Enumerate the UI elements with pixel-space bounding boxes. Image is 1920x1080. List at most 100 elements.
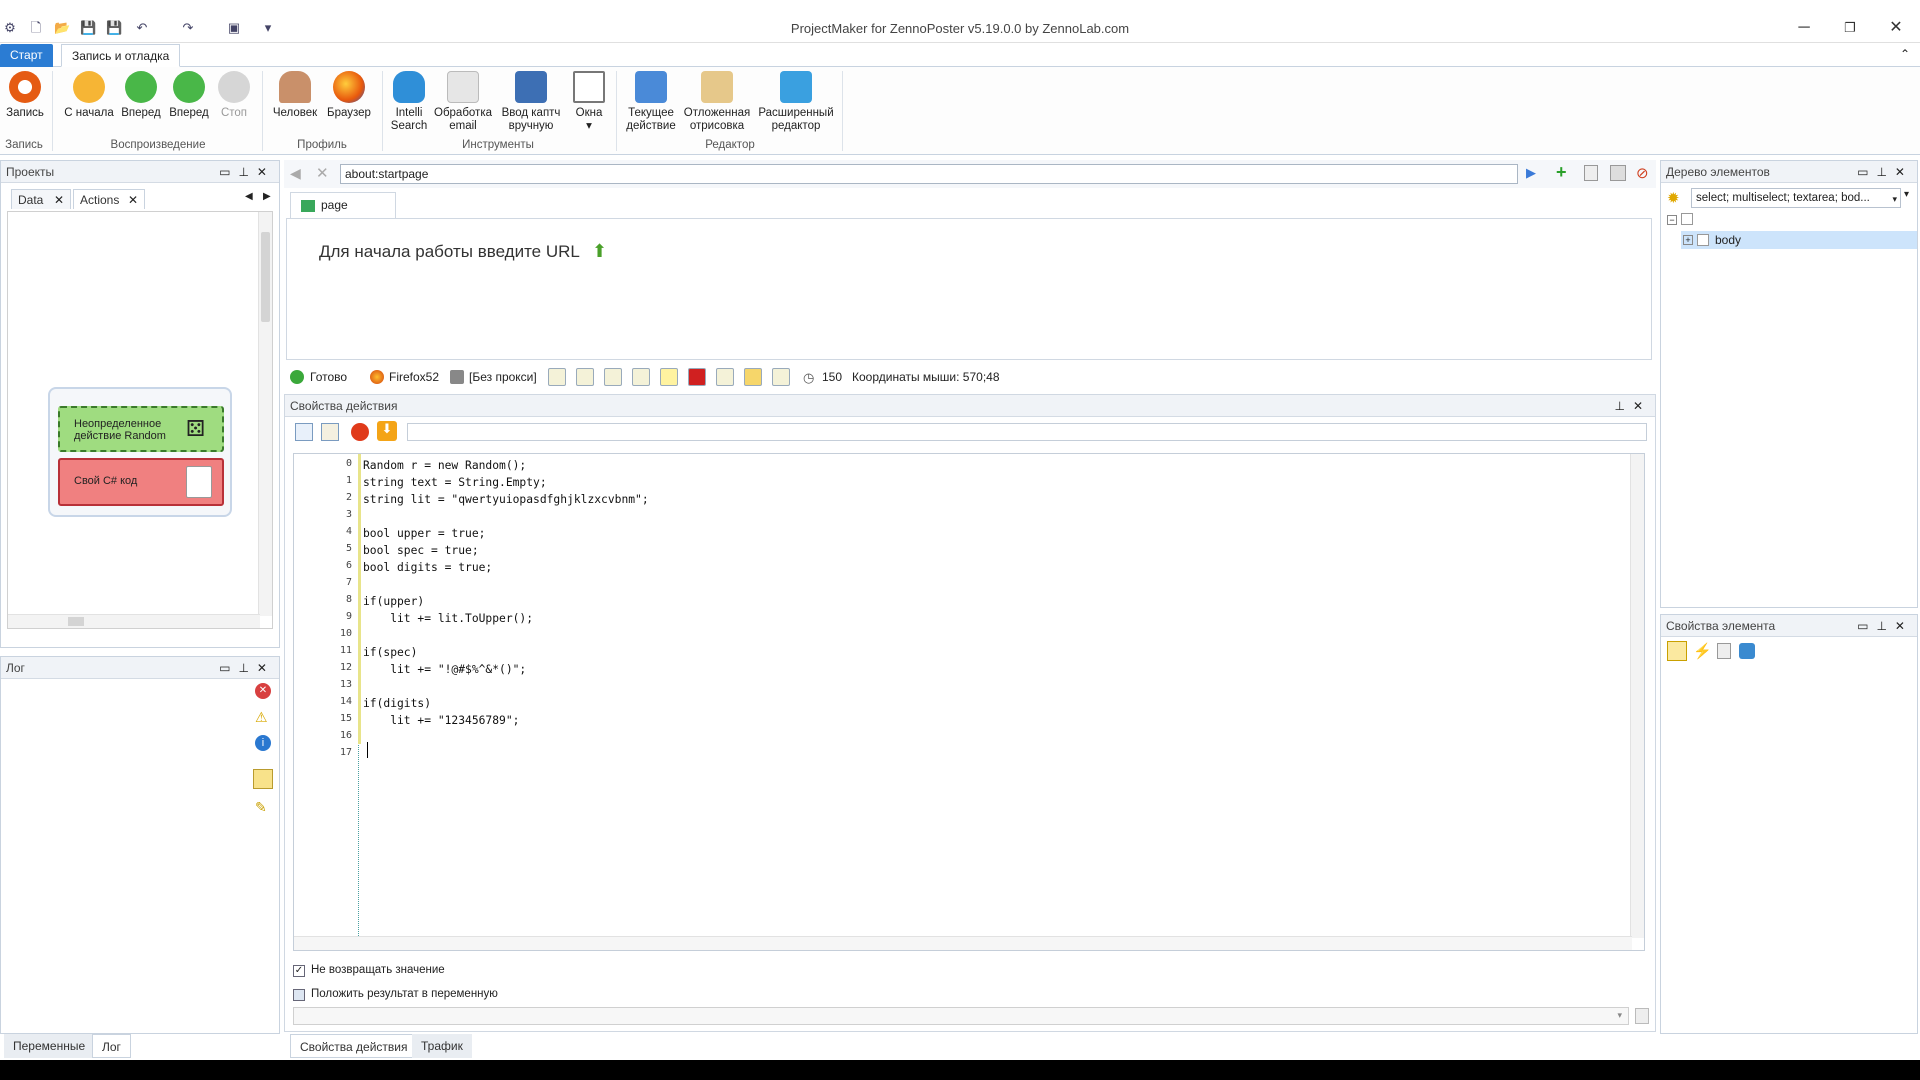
add-tab-icon[interactable]: + xyxy=(1556,162,1567,183)
toggle-media-icon[interactable] xyxy=(716,368,734,386)
tabs-scroll-left-icon[interactable]: ◀ xyxy=(245,191,253,202)
element-refresh-icon[interactable] xyxy=(1739,643,1755,659)
tab-record-debug[interactable]: Запись и отладка xyxy=(61,44,181,67)
custom-filter-icon[interactable] xyxy=(253,769,273,789)
forward-step-button[interactable]: Вперед xyxy=(166,69,212,137)
code-line[interactable]: if(spec) xyxy=(363,644,649,661)
email-processing-button[interactable]: Обработка email xyxy=(432,69,494,137)
windows-button[interactable]: Окна ▾ xyxy=(570,69,608,137)
restore-button[interactable]: ❐ xyxy=(1830,17,1870,39)
close-button[interactable]: ✕ xyxy=(1876,17,1916,39)
tab-traffic[interactable]: Трафик xyxy=(412,1034,472,1058)
toggle-css-icon[interactable] xyxy=(744,368,762,386)
actions-horizontal-scrollbar[interactable] xyxy=(8,614,260,628)
csharp-action-node[interactable]: Свой C# код xyxy=(58,458,224,506)
minimize-button[interactable]: ─ xyxy=(1784,17,1824,39)
code-vertical-scrollbar[interactable] xyxy=(1630,454,1644,938)
tab-action-properties[interactable]: Свойства действия xyxy=(290,1034,418,1058)
intelli-search-button[interactable]: Intelli Search xyxy=(386,69,432,137)
toggle-js-icon[interactable] xyxy=(660,368,678,386)
code-text[interactable]: Random r = new Random(); string text = St… xyxy=(363,457,649,763)
element-filter-select[interactable]: select; multiselect; textarea; bod... ▾ xyxy=(1691,188,1901,208)
back-icon[interactable]: ◀ xyxy=(290,165,301,182)
element-events-icon[interactable]: ⚡ xyxy=(1693,642,1712,660)
status-proxy[interactable]: [Без прокси] xyxy=(469,368,537,386)
clear-cookies-icon[interactable] xyxy=(1610,165,1626,181)
action-name-input[interactable] xyxy=(407,423,1647,441)
collapse-root-icon[interactable]: − xyxy=(1667,215,1677,225)
props-edit-icon[interactable] xyxy=(321,423,339,441)
warning-filter-icon[interactable]: ⚠ xyxy=(255,709,268,726)
tree-node-body[interactable]: + body xyxy=(1681,231,1917,249)
panel-controls[interactable]: ▭⊥✕ xyxy=(1857,161,1913,183)
status-browser[interactable]: Firefox52 xyxy=(389,368,439,386)
forward-button[interactable]: Вперед xyxy=(118,69,164,137)
from-start-button[interactable]: С начала xyxy=(60,69,118,137)
toggle-flash-icon[interactable] xyxy=(688,368,706,386)
error-filter-icon[interactable]: ✕ xyxy=(255,683,271,699)
props-view-icon[interactable] xyxy=(295,423,313,441)
toggle-popups-icon[interactable] xyxy=(632,368,650,386)
browser-button[interactable]: Браузер xyxy=(324,69,374,137)
go-icon[interactable]: ▶ xyxy=(1526,165,1536,181)
url-input[interactable]: about:startpage xyxy=(340,164,1518,184)
code-line[interactable] xyxy=(363,729,649,746)
tab-start[interactable]: Старт xyxy=(0,44,53,67)
code-line[interactable]: lit += lit.ToUpper(); xyxy=(363,610,649,627)
human-button[interactable]: Человек xyxy=(268,69,322,137)
code-line[interactable]: if(upper) xyxy=(363,593,649,610)
block-icon[interactable]: ⊘ xyxy=(1636,164,1649,182)
copy-icon[interactable] xyxy=(1635,1008,1649,1024)
code-line[interactable] xyxy=(363,576,649,593)
record-button[interactable]: Запись xyxy=(4,69,46,137)
page-icon[interactable] xyxy=(1584,165,1598,181)
collapse-ribbon-icon[interactable]: ⌃ xyxy=(1900,47,1910,61)
advanced-editor-button[interactable]: Расширенный редактор xyxy=(756,69,836,137)
code-line[interactable]: if(digits) xyxy=(363,695,649,712)
toggle-images-icon[interactable] xyxy=(548,368,566,386)
props-download-icon[interactable]: ⬇ xyxy=(377,421,397,441)
toggle-frames-icon[interactable] xyxy=(576,368,594,386)
code-line[interactable]: Random r = new Random(); xyxy=(363,457,649,474)
stop-load-icon[interactable]: ✕ xyxy=(316,164,329,182)
toggle-plugins-icon[interactable] xyxy=(604,368,622,386)
highlight-icon[interactable]: ✹ xyxy=(1667,189,1680,207)
tab-variables[interactable]: Переменные xyxy=(4,1034,95,1058)
code-line[interactable]: string text = String.Empty; xyxy=(363,474,649,491)
element-props-view-icon[interactable] xyxy=(1667,641,1687,661)
info-filter-icon[interactable]: i xyxy=(255,735,271,751)
panel-controls[interactable]: ▭⊥✕ xyxy=(219,161,275,183)
panel-controls[interactable]: ⊥✕ xyxy=(1614,395,1651,417)
tab-actions[interactable]: Actions ✕ xyxy=(73,189,145,209)
deferred-render-button[interactable]: Отложенная отрисовка xyxy=(682,69,752,137)
code-line[interactable]: bool digits = true; xyxy=(363,559,649,576)
result-variable-select[interactable]: ▾ xyxy=(293,1007,1629,1025)
filter-menu-icon[interactable]: ▾ xyxy=(1904,189,1909,200)
code-horizontal-scrollbar[interactable] xyxy=(294,936,1632,950)
code-line[interactable]: string lit = "qwertyuiopasdfghjklzxcvbnm… xyxy=(363,491,649,508)
element-source-icon[interactable] xyxy=(1717,643,1731,659)
props-record-icon[interactable] xyxy=(351,423,369,441)
tabs-scroll-right-icon[interactable]: ▶ xyxy=(263,191,271,202)
browser-tab-page[interactable]: page xyxy=(290,192,396,218)
code-line[interactable] xyxy=(363,627,649,644)
actions-vertical-scrollbar[interactable] xyxy=(258,212,272,616)
code-line[interactable]: lit += "123456789"; xyxy=(363,712,649,729)
random-action-node[interactable]: Неопределенное действие Random ⚄ xyxy=(58,406,224,452)
stop-button[interactable]: Стоп xyxy=(214,69,254,137)
current-action-button[interactable]: Текущее действие xyxy=(620,69,682,137)
tab-data[interactable]: Data ✕ xyxy=(11,189,71,209)
actions-canvas[interactable]: Неопределенное действие Random ⚄ Свой C#… xyxy=(7,211,273,629)
manual-captcha-button[interactable]: Ввод каптч вручную xyxy=(496,69,566,137)
browser-viewport[interactable]: Для начала работы введите URL ⬆ xyxy=(286,218,1652,360)
code-line[interactable]: lit += "!@#$%^&*()"; xyxy=(363,661,649,678)
code-line[interactable] xyxy=(363,678,649,695)
code-line[interactable]: bool spec = true; xyxy=(363,542,649,559)
code-line[interactable] xyxy=(363,508,649,525)
panel-controls[interactable]: ▭⊥✕ xyxy=(1857,615,1913,637)
toggle-sound-icon[interactable] xyxy=(772,368,790,386)
panel-controls[interactable]: ▭⊥✕ xyxy=(219,657,275,679)
no-return-checkbox[interactable]: ✓ xyxy=(293,965,305,977)
put-result-checkbox[interactable] xyxy=(293,989,305,1001)
code-line[interactable] xyxy=(363,746,649,763)
